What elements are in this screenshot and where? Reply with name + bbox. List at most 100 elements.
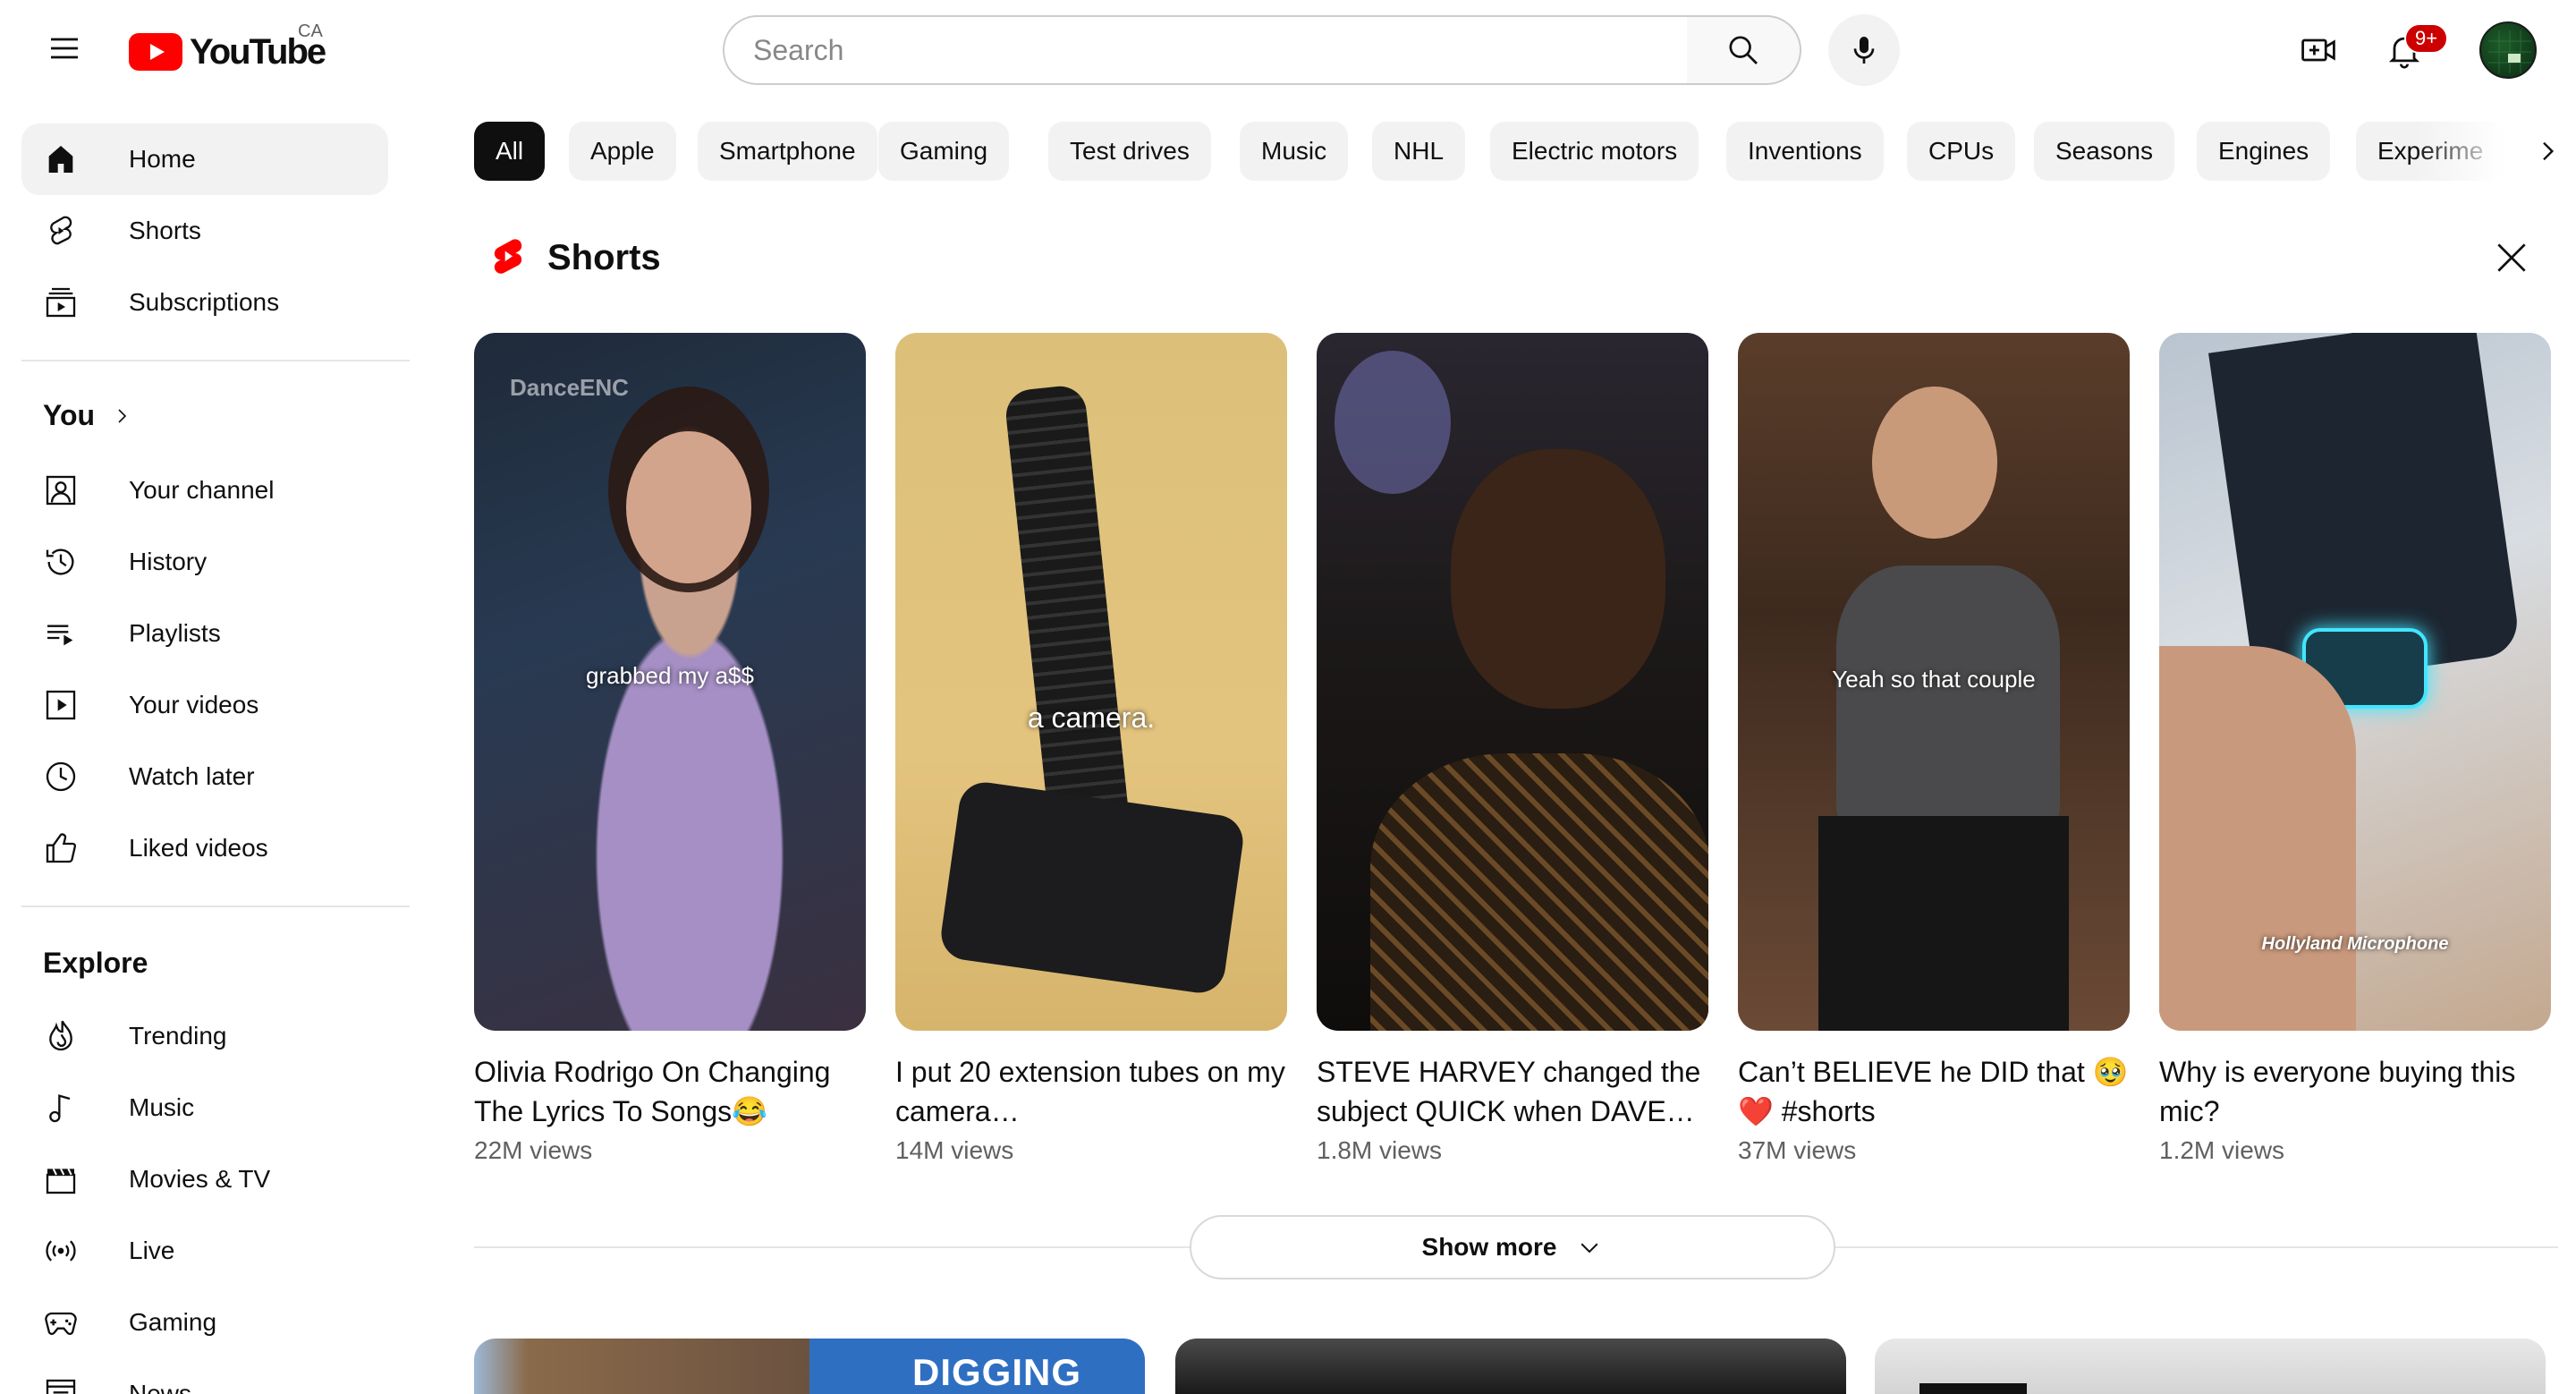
sidebar-item-label: Your videos xyxy=(129,691,259,718)
thumbnail-face xyxy=(1872,387,1997,539)
sidebar-item-gaming[interactable]: Gaming xyxy=(21,1287,388,1358)
chip-inventions[interactable]: Inventions xyxy=(1726,122,1884,181)
thumbnail-flowers xyxy=(1335,351,1451,494)
sidebar-item-home[interactable]: Home xyxy=(21,123,388,195)
short-card[interactable]: STEVE HARVEY changed the subject QUICK w… xyxy=(1317,333,1708,1165)
show-more-label: Show more xyxy=(1421,1233,1557,1261)
short-thumbnail[interactable]: Hollyland Microphone xyxy=(2159,333,2551,1031)
sidebar-section-title: Explore xyxy=(43,947,148,979)
sidebar-item-liked-videos[interactable]: Liked videos xyxy=(21,812,388,884)
live-icon xyxy=(46,1240,76,1262)
sidebar-item-watch-later[interactable]: Watch later xyxy=(21,741,388,812)
create-button[interactable] xyxy=(2290,21,2347,79)
thumbnail-face xyxy=(1451,449,1665,709)
video-thumbnail[interactable]: DIGGING UP xyxy=(474,1339,1145,1394)
avatar[interactable] xyxy=(2479,21,2537,79)
chip-engines[interactable]: Engines xyxy=(2197,122,2331,181)
thumbnail-caption: Yeah so that couple xyxy=(1832,666,2036,693)
short-title[interactable]: Can’t BELIEVE he DID that 🥹 ❤️ #shorts xyxy=(1738,1052,2130,1131)
sidebar-item-your-videos[interactable]: Your videos xyxy=(21,669,388,741)
playlists-icon xyxy=(47,625,73,646)
sidebar-item-history[interactable]: History xyxy=(21,526,388,598)
chevron-right-icon xyxy=(118,408,127,423)
chip-apple[interactable]: Apple xyxy=(569,122,676,181)
guide-sidebar: Home Shorts Subscriptions You Your chann… xyxy=(0,100,429,1394)
thumbnail-hand xyxy=(2159,646,2356,1031)
sidebar-section-title: You xyxy=(43,399,96,431)
notification-badge: 9+ xyxy=(2404,23,2449,54)
short-thumbnail[interactable] xyxy=(1317,333,1708,1031)
chip-smartphone[interactable]: Smartphone xyxy=(698,122,877,181)
subscriptions-icon xyxy=(46,287,76,318)
search-button[interactable] xyxy=(1687,15,1801,85)
short-title[interactable]: Why is everyone buying this mic? xyxy=(2159,1052,2551,1131)
chip-test-drives[interactable]: Test drives xyxy=(1048,122,1211,181)
short-card[interactable]: DanceENC grabbed my a$$ Olivia Rodrigo O… xyxy=(474,333,866,1165)
thumbnail-graphic xyxy=(1919,1383,2027,1394)
short-title[interactable]: I put 20 extension tubes on my camera… xyxy=(895,1052,1287,1131)
sidebar-item-label: Subscriptions xyxy=(129,288,280,316)
thumbnail-caption: grabbed my a$$ xyxy=(586,662,754,689)
masthead: YouTube CA 9+ xyxy=(0,0,2576,100)
shorts-icon xyxy=(50,216,72,245)
thumbnail-apron xyxy=(1818,816,2069,1031)
search-box xyxy=(723,15,1689,85)
chip-bar-next-button[interactable] xyxy=(2519,122,2576,181)
short-title[interactable]: STEVE HARVEY changed the subject QUICK w… xyxy=(1317,1052,1708,1131)
sidebar-item-label: Live xyxy=(129,1237,175,1264)
short-view-count: 1.8M views xyxy=(1317,1136,1443,1164)
menu-button[interactable] xyxy=(36,20,93,77)
hamburger-menu-icon xyxy=(51,38,78,59)
close-icon xyxy=(2497,243,2526,272)
sidebar-item-label: Music xyxy=(129,1093,195,1121)
sidebar-item-live[interactable]: Live xyxy=(21,1215,388,1287)
sidebar-item-music[interactable]: Music xyxy=(21,1072,388,1143)
short-view-count: 37M views xyxy=(1738,1136,1857,1164)
chip-cpus[interactable]: CPUs xyxy=(1907,122,2016,181)
show-more-button[interactable]: Show more xyxy=(1190,1215,1835,1279)
short-thumbnail[interactable]: a camera. xyxy=(895,333,1287,1031)
youtube-logo[interactable]: YouTube xyxy=(129,25,326,79)
thumbnail-shirt xyxy=(1836,565,2060,834)
sidebar-section-you[interactable]: You xyxy=(43,399,132,432)
chip-music[interactable]: Music xyxy=(1240,122,1349,181)
sidebar-item-subscriptions[interactable]: Subscriptions xyxy=(21,267,388,338)
short-card[interactable]: a camera. I put 20 extension tubes on my… xyxy=(895,333,1287,1165)
short-card[interactable]: Yeah so that couple Can’t BELIEVE he DID… xyxy=(1738,333,2130,1165)
gamepad-icon xyxy=(45,1312,77,1335)
chip-all[interactable]: All xyxy=(474,122,546,181)
short-view-count: 22M views xyxy=(474,1136,593,1164)
video-thumbnail[interactable] xyxy=(1875,1339,2546,1394)
thumbs-up-icon xyxy=(46,833,77,863)
search-input[interactable] xyxy=(724,17,1687,83)
sidebar-item-label: Home xyxy=(129,145,196,173)
voice-search-button[interactable] xyxy=(1828,14,1900,86)
short-thumbnail[interactable]: DanceENC grabbed my a$$ xyxy=(474,333,866,1031)
short-title[interactable]: Olivia Rodrigo On Changing The Lyrics To… xyxy=(474,1052,866,1131)
short-thumbnail[interactable]: Yeah so that couple xyxy=(1738,333,2130,1031)
chip-nhl[interactable]: NHL xyxy=(1372,122,1466,181)
sidebar-item-label: Shorts xyxy=(129,217,201,244)
sidebar-item-label: Movies & TV xyxy=(129,1165,271,1193)
chip-gaming[interactable]: Gaming xyxy=(878,122,1010,181)
avatar-image xyxy=(2488,30,2531,73)
music-note-icon xyxy=(49,1094,71,1123)
sidebar-item-movies-tv[interactable]: Movies & TV xyxy=(21,1143,388,1215)
thumbnail-camera-body xyxy=(937,778,1247,997)
sidebar-item-news[interactable]: News xyxy=(21,1358,388,1394)
sidebar-item-shorts[interactable]: Shorts xyxy=(21,195,388,267)
dismiss-shorts-button[interactable] xyxy=(2487,233,2537,283)
trending-icon xyxy=(49,1020,72,1051)
short-card[interactable]: Hollyland Microphone Why is everyone buy… xyxy=(2159,333,2551,1165)
sidebar-item-label: Your channel xyxy=(129,476,275,504)
sidebar-divider xyxy=(21,360,410,361)
video-thumbnail[interactable] xyxy=(1175,1339,1846,1394)
sidebar-item-your-channel[interactable]: Your channel xyxy=(21,455,388,526)
sidebar-item-playlists[interactable]: Playlists xyxy=(21,598,388,669)
news-icon xyxy=(46,1379,76,1394)
chip-electric-motors[interactable]: Electric motors xyxy=(1490,122,1699,181)
chip-seasons[interactable]: Seasons xyxy=(2034,122,2174,181)
filter-chip-bar: All Apple Smartphone Gaming Test drives … xyxy=(474,122,2558,181)
sidebar-item-trending[interactable]: Trending xyxy=(21,1000,388,1072)
sidebar-item-label: Trending xyxy=(129,1022,227,1050)
